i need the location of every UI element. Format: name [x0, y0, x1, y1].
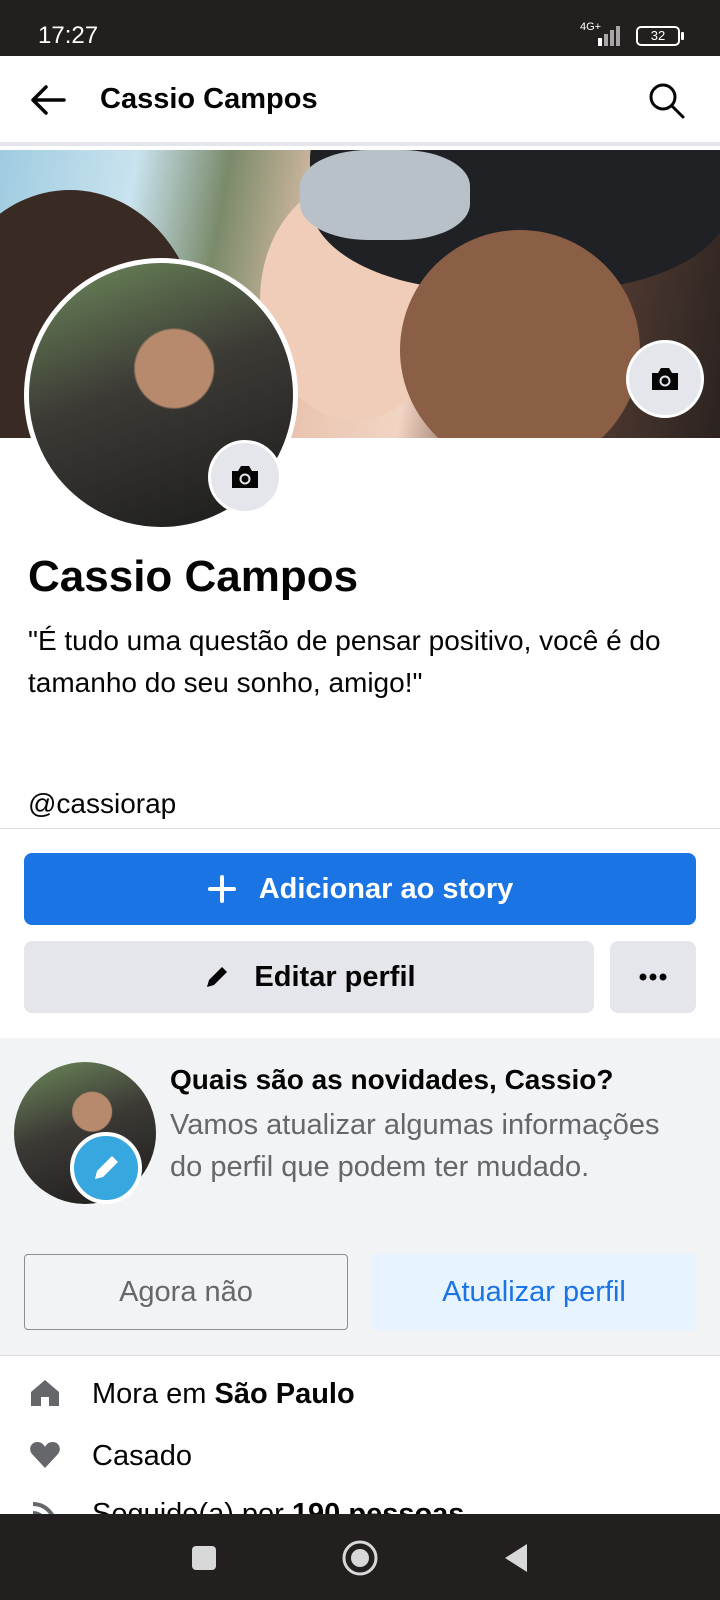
lives-in-city: São Paulo — [214, 1378, 355, 1410]
plus-icon — [207, 875, 236, 903]
detail-followers: Seguido(a) por 190 pessoas — [0, 1484, 720, 1514]
triangle-back-icon — [505, 1544, 527, 1572]
camera-icon — [232, 466, 258, 488]
app-header: Cassio Campos — [0, 56, 720, 146]
lives-in-text: Mora em São Paulo — [92, 1378, 355, 1410]
pencil-icon — [207, 967, 228, 987]
rss-icon — [32, 1502, 54, 1514]
card-text: Vamos atualizar algumas informações do p… — [170, 1109, 660, 1183]
edit-badge — [70, 1132, 142, 1204]
edit-cover-button[interactable] — [626, 340, 704, 418]
home-button[interactable] — [338, 1536, 382, 1580]
arrow-left-icon — [31, 85, 66, 115]
page-title: Cassio Campos — [100, 83, 318, 115]
pencil-icon — [95, 1156, 118, 1179]
divider — [0, 828, 720, 829]
back-nav-button[interactable] — [494, 1536, 538, 1580]
followers-text: Seguido(a) por 190 pessoas — [92, 1498, 465, 1514]
heart-icon — [30, 1442, 60, 1468]
update-profile-button[interactable]: Atualizar perfil — [372, 1254, 696, 1330]
status-bar: 17:27 4G+ 32 — [0, 0, 720, 56]
recent-apps-button[interactable] — [182, 1536, 226, 1580]
signal-icon: 4G+ — [580, 21, 626, 48]
system-nav-bar — [0, 1514, 720, 1600]
battery-icon: 32 — [636, 26, 684, 46]
home-icon — [31, 1380, 59, 1406]
profile-bio: "É tudo uma questão de pensar positivo, … — [28, 625, 661, 698]
status-icons: 4G+ 32 — [580, 21, 684, 50]
detail-relationship: Casado — [0, 1426, 720, 1486]
more-icon — [639, 973, 667, 981]
search-button[interactable] — [644, 78, 688, 122]
profile-username: @cassiorap — [28, 788, 177, 819]
camera-icon — [652, 368, 678, 390]
add-story-button[interactable]: Adicionar ao story — [24, 853, 696, 925]
not-now-button[interactable]: Agora não — [24, 1254, 348, 1330]
back-button[interactable] — [26, 78, 70, 122]
profile-name: Cassio Campos — [28, 552, 359, 601]
network-type: 4G+ — [580, 21, 602, 33]
search-icon — [649, 83, 685, 119]
more-options-button[interactable] — [610, 941, 696, 1013]
battery-level: 32 — [650, 28, 666, 43]
edit-profile-button[interactable]: Editar perfil — [24, 941, 594, 1013]
status-time: 17:27 — [38, 22, 99, 49]
update-profile-card: Quais são as novidades, Cassio? Vamos at… — [0, 1038, 720, 1356]
square-icon — [192, 1546, 216, 1570]
detail-lives-in: Mora em São Paulo — [0, 1364, 720, 1424]
add-story-label: Adicionar ao story — [258, 872, 514, 905]
home-circle-icon — [342, 1540, 378, 1576]
card-title: Quais são as novidades, Cassio? — [170, 1064, 614, 1095]
edit-avatar-button[interactable] — [208, 440, 282, 514]
edit-profile-label: Editar perfil — [254, 960, 416, 993]
relationship-text: Casado — [92, 1440, 192, 1472]
